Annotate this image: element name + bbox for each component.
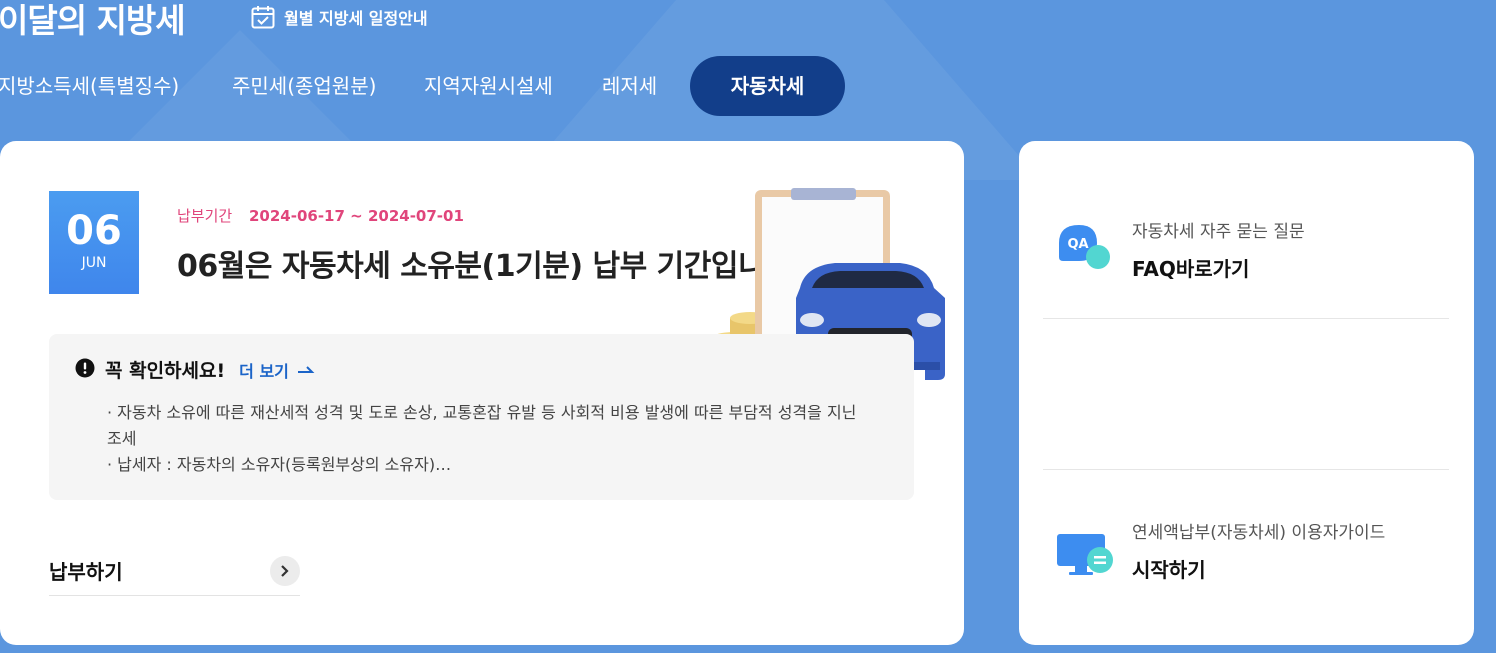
schedule-link[interactable]: 월별 지방세 일정안내 <box>250 4 428 30</box>
tab-resident-tax[interactable]: 주민세(종업원분) <box>232 56 376 116</box>
guide-link[interactable]: 연세액납부(자동차세) 이용자가이드 시작하기 <box>1043 469 1449 619</box>
page-title: 이달의 지방세 <box>0 1 186 40</box>
notice-header: 꼭 확인하세요! 더 보기 <box>75 356 315 383</box>
payment-period-value: 2024-06-17 ~ 2024-07-01 <box>248 207 464 225</box>
notice-box: 꼭 확인하세요! 더 보기 · 자동차 소유에 따른 재산세적 성격 및 도로 … <box>49 334 914 500</box>
payment-period: 납부기간 2024-06-17 ~ 2024-07-01 <box>177 205 464 226</box>
faq-link[interactable]: QA 자동차세 자주 묻는 질문 FAQ바로가기 <box>1043 201 1449 319</box>
schedule-link-label: 월별 지방세 일정안내 <box>284 9 428 28</box>
chevron-right-icon[interactable] <box>270 555 300 586</box>
date-badge: 06 JUN <box>49 191 139 294</box>
tab-leisure-tax[interactable]: 레저세 <box>602 56 657 116</box>
notice-title: 꼭 확인하세요! <box>105 360 226 382</box>
guide-subtitle: 연세액납부(자동차세) 이용자가이드 <box>1132 523 1386 543</box>
qa-chat-icon: QA <box>1055 217 1113 279</box>
date-month: JUN <box>81 255 107 271</box>
arrow-right-icon[interactable] <box>297 361 315 379</box>
notice-body: · 자동차 소유에 따른 재산세적 성격 및 도로 손상, 교통혼잡 유발 등 … <box>107 400 867 478</box>
tab-automobile-tax[interactable]: 자동차세 <box>690 56 845 116</box>
payment-period-label: 납부기간 <box>177 207 233 225</box>
pay-label: 납부하기 <box>49 560 123 584</box>
guide-title: 시작하기 <box>1132 558 1206 582</box>
main-card: 06 JUN 납부기간 2024-06-17 ~ 2024-07-01 06월은… <box>0 141 964 645</box>
notice-line: · 납세자 : 자동차의 소유자(등록원부상의 소유자)… <box>107 455 452 474</box>
notice-line: · 자동차 소유에 따른 재산세적 성격 및 도로 손상, 교통혼잡 유발 등 … <box>107 403 857 448</box>
pay-button[interactable]: 납부하기 <box>49 546 300 596</box>
tab-local-income-tax[interactable]: 지방소득세(특별징수) <box>0 56 179 116</box>
calendar-check-icon <box>250 4 276 30</box>
side-card: QA 자동차세 자주 묻는 질문 FAQ바로가기 연세액납부(자동차세) 이용자… <box>1019 141 1474 645</box>
more-link[interactable]: 더 보기 <box>239 358 289 382</box>
faq-subtitle: 자동차세 자주 묻는 질문 <box>1132 222 1305 242</box>
qa-icon-text: QA <box>1067 237 1088 252</box>
date-day: 06 <box>66 208 122 254</box>
exclamation-icon <box>75 358 95 382</box>
monitor-icon <box>1055 530 1115 584</box>
faq-title: FAQ바로가기 <box>1132 257 1250 281</box>
tab-regional-resource-tax[interactable]: 지역자원시설세 <box>424 56 553 116</box>
